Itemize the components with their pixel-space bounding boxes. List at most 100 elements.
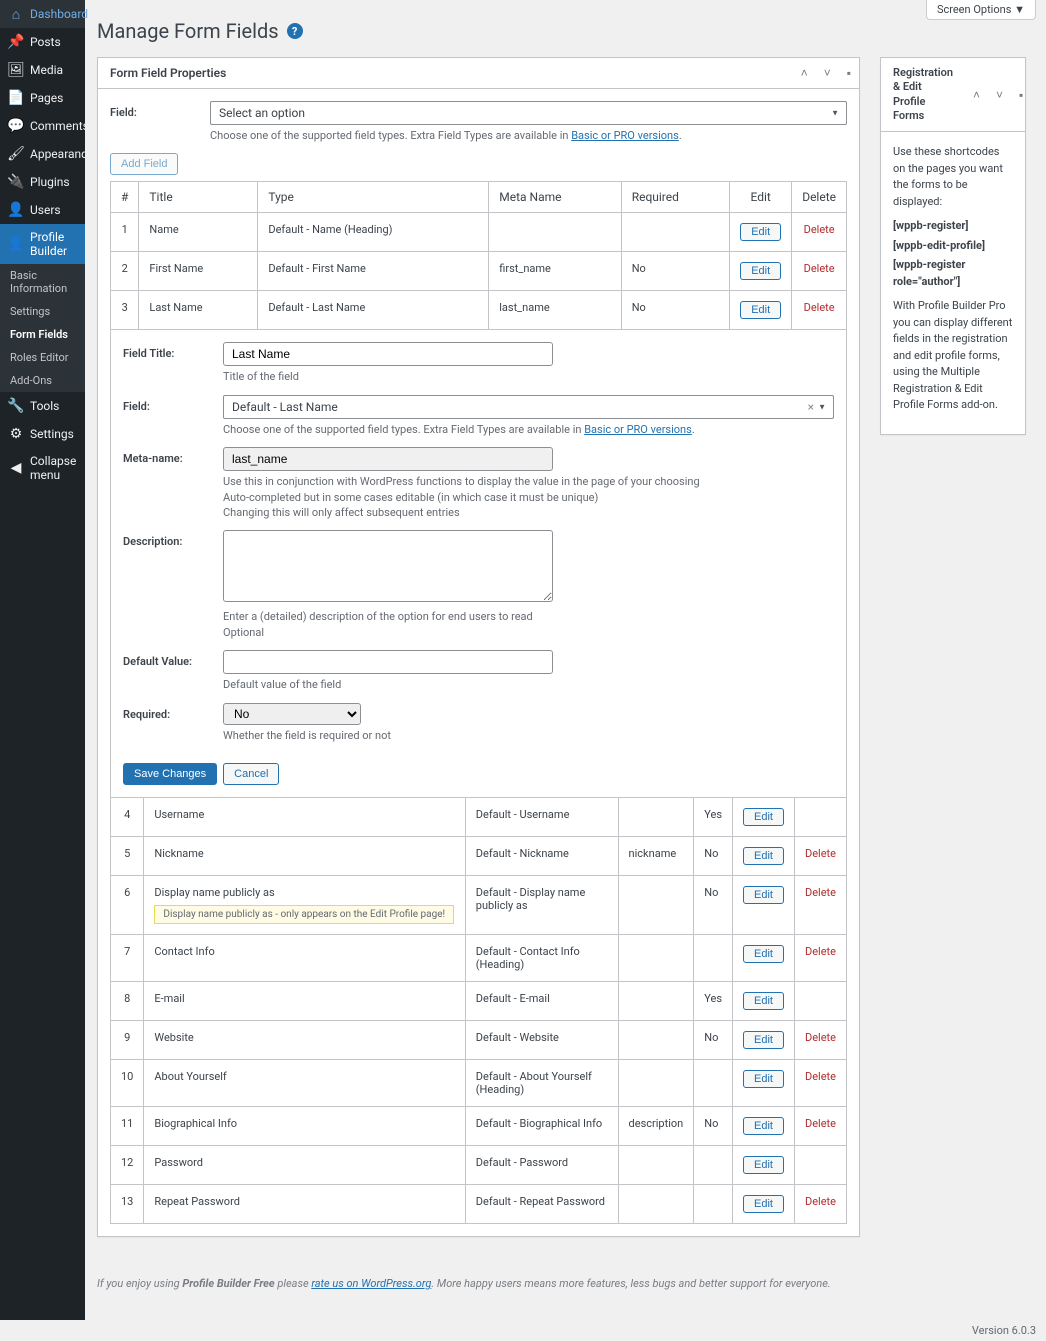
registration-forms-box: Registration & Edit Profile Forms ˄ ˅ ▪ … (880, 57, 1026, 435)
col-type: Type (258, 182, 489, 213)
field-note: Display name publicly as - only appears … (154, 905, 454, 924)
sidebar-item-plugins[interactable]: 🔌Plugins (0, 168, 85, 196)
table-row: 4UsernameDefault - UsernameYesEdit (111, 797, 847, 836)
sidebar-item-profile-builder[interactable]: 👤Profile Builder (0, 224, 85, 264)
table-row: 11Biographical InfoDefault - Biographica… (111, 1106, 847, 1145)
add-field-button[interactable]: Add Field (110, 153, 178, 175)
rate-link[interactable]: rate us on WordPress.org (311, 1277, 431, 1290)
panel-menu-icon[interactable]: ▪ (1011, 88, 1031, 102)
required-select[interactable]: No (223, 703, 361, 725)
sidebar-item-users[interactable]: 👤Users (0, 196, 85, 224)
menu-icon: 🖼 (8, 62, 24, 78)
table-row: 13Repeat PasswordDefault - Repeat Passwo… (111, 1184, 847, 1223)
col-title: Title (139, 182, 258, 213)
panel-menu-icon[interactable]: ▪ (839, 66, 859, 80)
sidebar-sub-add-ons[interactable]: Add-Ons (0, 369, 85, 392)
sidebar-item-settings[interactable]: ⚙Settings (0, 420, 85, 448)
table-row: 6Display name publicly asDisplay name pu… (111, 875, 847, 934)
menu-icon: 📌 (8, 34, 24, 50)
menu-icon: 👤 (8, 202, 24, 218)
toggle-down-icon[interactable]: ˅ (988, 88, 1011, 102)
menu-icon: 📄 (8, 90, 24, 106)
shortcode: [wppb-register] (893, 218, 1013, 235)
delete-link[interactable]: Delete (805, 1117, 836, 1130)
page-title: Manage Form Fields ? (97, 10, 1026, 47)
table-row: 9WebsiteDefault - WebsiteNoEditDelete (111, 1020, 847, 1059)
pro-link[interactable]: Basic or PRO versions (571, 129, 679, 142)
edit-button[interactable]: Edit (743, 1156, 784, 1174)
delete-link[interactable]: Delete (804, 262, 835, 275)
fields-table: #TitleTypeMeta NameRequiredEditDelete 1N… (110, 181, 847, 330)
sidebar-item-appearance[interactable]: 🖌Appearance (0, 140, 85, 168)
edit-button[interactable]: Edit (743, 945, 784, 963)
field-label: Field: (110, 101, 210, 119)
col-meta-name: Meta Name (489, 182, 621, 213)
sidebar-item-comments[interactable]: 💬Comments (0, 112, 85, 140)
field-type-select[interactable]: Select an option (210, 101, 847, 125)
screen-options-toggle[interactable]: Screen Options ▼ (926, 0, 1036, 20)
col-edit: Edit (730, 182, 792, 213)
sidebar-item-dashboard[interactable]: ⌂Dashboard (0, 0, 85, 28)
description-textarea[interactable] (223, 530, 553, 602)
meta-name-input[interactable] (223, 447, 553, 471)
menu-icon: ⚙ (8, 426, 24, 442)
edit-button[interactable]: Edit (743, 847, 784, 865)
field-help-text: Choose one of the supported field types.… (210, 128, 847, 143)
table-row: 10About YourselfDefault - About Yourself… (111, 1059, 847, 1106)
table-row: 7Contact InfoDefault - Contact Info (Hea… (111, 934, 847, 981)
edit-button[interactable]: Edit (740, 223, 781, 241)
edit-button[interactable]: Edit (743, 1070, 784, 1088)
admin-sidebar: ⌂Dashboard📌Posts🖼Media📄Pages💬Comments🖌Ap… (0, 0, 85, 1320)
table-row: 12PasswordDefault - PasswordEdit (111, 1145, 847, 1184)
sidebar-sub-settings[interactable]: Settings (0, 300, 85, 323)
edit-button[interactable]: Edit (743, 808, 784, 826)
shortcode: [wppb-edit-profile] (893, 238, 1013, 255)
delete-link[interactable]: Delete (805, 1031, 836, 1044)
edit-button[interactable]: Edit (740, 262, 781, 280)
sidebar-sub-roles-editor[interactable]: Roles Editor (0, 346, 85, 369)
delete-link[interactable]: Delete (805, 1070, 836, 1083)
delete-link[interactable]: Delete (805, 886, 836, 899)
delete-link[interactable]: Delete (805, 1195, 836, 1208)
field-title-input[interactable] (223, 342, 553, 366)
edit-button[interactable]: Edit (743, 992, 784, 1010)
menu-icon: 💬 (8, 118, 24, 134)
edit-button[interactable]: Edit (743, 1195, 784, 1213)
toggle-up-icon[interactable]: ˄ (793, 66, 816, 80)
sidebar-item-tools[interactable]: 🔧Tools (0, 392, 85, 420)
edit-button[interactable]: Edit (740, 301, 781, 319)
toggle-up-icon[interactable]: ˄ (965, 88, 988, 102)
default-value-input[interactable] (223, 650, 553, 674)
footer-note: If you enjoy using Profile Builder Free … (97, 1257, 860, 1300)
clear-icon[interactable]: × (808, 400, 814, 414)
delete-link[interactable]: Delete (804, 301, 835, 314)
edit-button[interactable]: Edit (743, 1117, 784, 1135)
col-#: # (111, 182, 139, 213)
sidebar-item-pages[interactable]: 📄Pages (0, 84, 85, 112)
sidebar-item-media[interactable]: 🖼Media (0, 56, 85, 84)
edit-field-type-select[interactable]: Default - Last Name (223, 395, 834, 419)
panel-title: Form Field Properties (98, 58, 793, 88)
cancel-button[interactable]: Cancel (223, 763, 279, 785)
toggle-down-icon[interactable]: ˅ (816, 66, 839, 80)
delete-link[interactable]: Delete (805, 847, 836, 860)
table-row: 2First NameDefault - First Namefirst_nam… (111, 252, 847, 291)
menu-icon: ⌂ (8, 6, 24, 22)
menu-icon: 🖌 (8, 146, 24, 162)
table-row: 1NameDefault - Name (Heading)EditDelete (111, 213, 847, 252)
delete-link[interactable]: Delete (804, 223, 835, 236)
pro-link-2[interactable]: Basic or PRO versions (584, 423, 692, 436)
sidebar-sub-basic-information[interactable]: Basic Information (0, 264, 85, 300)
save-changes-button[interactable]: Save Changes (123, 763, 217, 785)
sidebar-item-collapse-menu[interactable]: ◀Collapse menu (0, 448, 85, 488)
menu-icon: 🔧 (8, 398, 24, 414)
fields-table-bottom: 4UsernameDefault - UsernameYesEdit5Nickn… (110, 797, 847, 1224)
edit-button[interactable]: Edit (743, 886, 784, 904)
sidebar-sub-form-fields[interactable]: Form Fields (0, 323, 85, 346)
col-delete: Delete (792, 182, 847, 213)
sidebar-item-posts[interactable]: 📌Posts (0, 28, 85, 56)
help-icon[interactable]: ? (287, 23, 303, 39)
edit-button[interactable]: Edit (743, 1031, 784, 1049)
col-required: Required (621, 182, 730, 213)
delete-link[interactable]: Delete (805, 945, 836, 958)
